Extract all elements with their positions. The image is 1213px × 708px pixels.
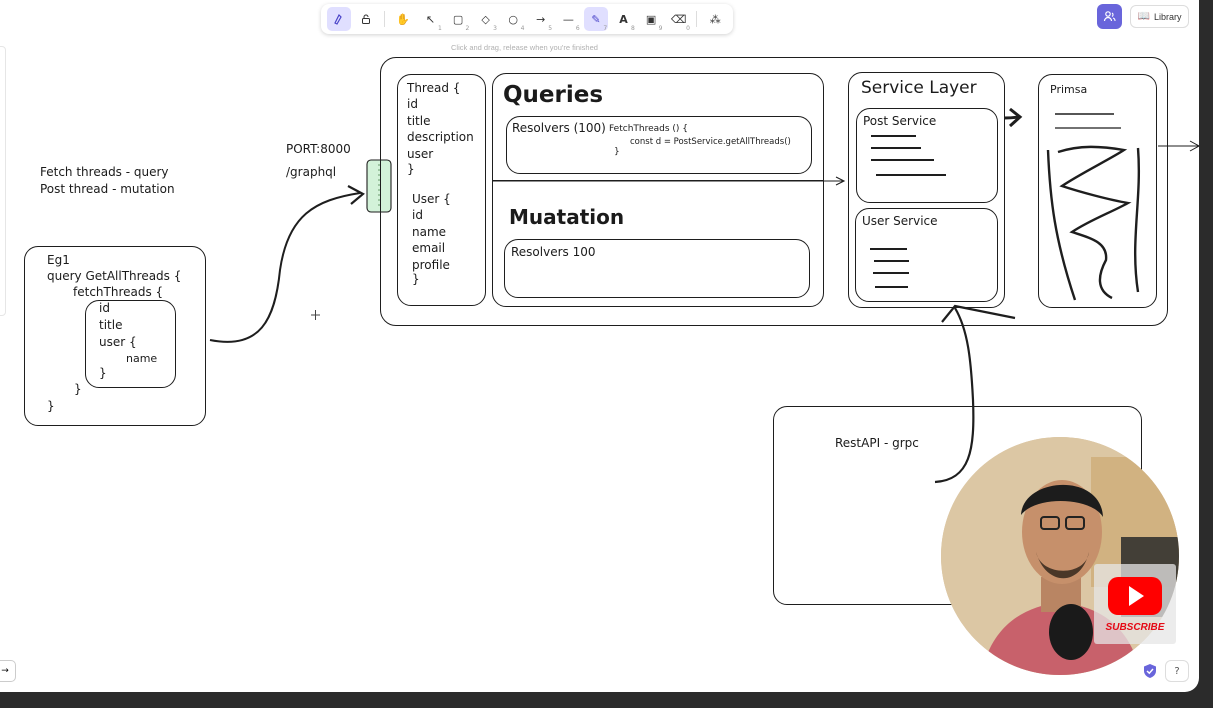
request-arrow: [209, 192, 361, 343]
user-service-label: User Service: [862, 214, 938, 228]
help-button[interactable]: ?: [1165, 660, 1189, 682]
queries-title: Queries: [503, 82, 604, 108]
schema-thread-line: }: [407, 162, 415, 176]
shield-icon[interactable]: [1142, 663, 1158, 679]
schema-thread-line: title: [407, 114, 431, 128]
queries-code-line: FetchThreads () {: [609, 124, 689, 134]
schema-user-line: }: [412, 272, 420, 286]
schema-user-line: profile: [412, 258, 450, 272]
schema-thread-line: description: [407, 130, 474, 144]
schema-user-line: email: [412, 241, 446, 255]
arrow-right-icon: →: [1, 666, 9, 676]
schema-thread-line: user: [407, 147, 434, 161]
queries-resolver-label: Resolvers (100): [512, 121, 606, 135]
schema-user-line: User {: [412, 192, 451, 206]
schema-thread-line: id: [407, 97, 418, 111]
schema-thread-line: Thread {: [407, 81, 461, 95]
queries-code-line: }: [614, 147, 620, 157]
rest-api-label: RestAPI - grpc: [835, 436, 919, 450]
mutation-resolver-label: Resolvers 100: [511, 245, 596, 259]
queries-code-line: const d = PostService.getAllThreads(): [630, 137, 791, 147]
queries-mutation-divider: [493, 180, 823, 181]
prisma-box: [1038, 74, 1157, 308]
service-layer-title: Service Layer: [861, 78, 977, 98]
prisma-label: Primsa: [1050, 83, 1088, 96]
question-icon: ?: [1174, 665, 1180, 677]
schema-user-line: name: [412, 225, 447, 239]
subscribe-badge[interactable]: SUBSCRIBE: [1094, 564, 1176, 644]
mutation-title: Muatation: [509, 205, 625, 229]
cursor-crosshair: [311, 310, 320, 320]
subscribe-label: SUBSCRIBE: [1105, 622, 1165, 633]
schema-user-line: id: [412, 208, 423, 222]
post-service-label: Post Service: [863, 114, 937, 128]
exit-zen-button[interactable]: →: [0, 660, 16, 682]
